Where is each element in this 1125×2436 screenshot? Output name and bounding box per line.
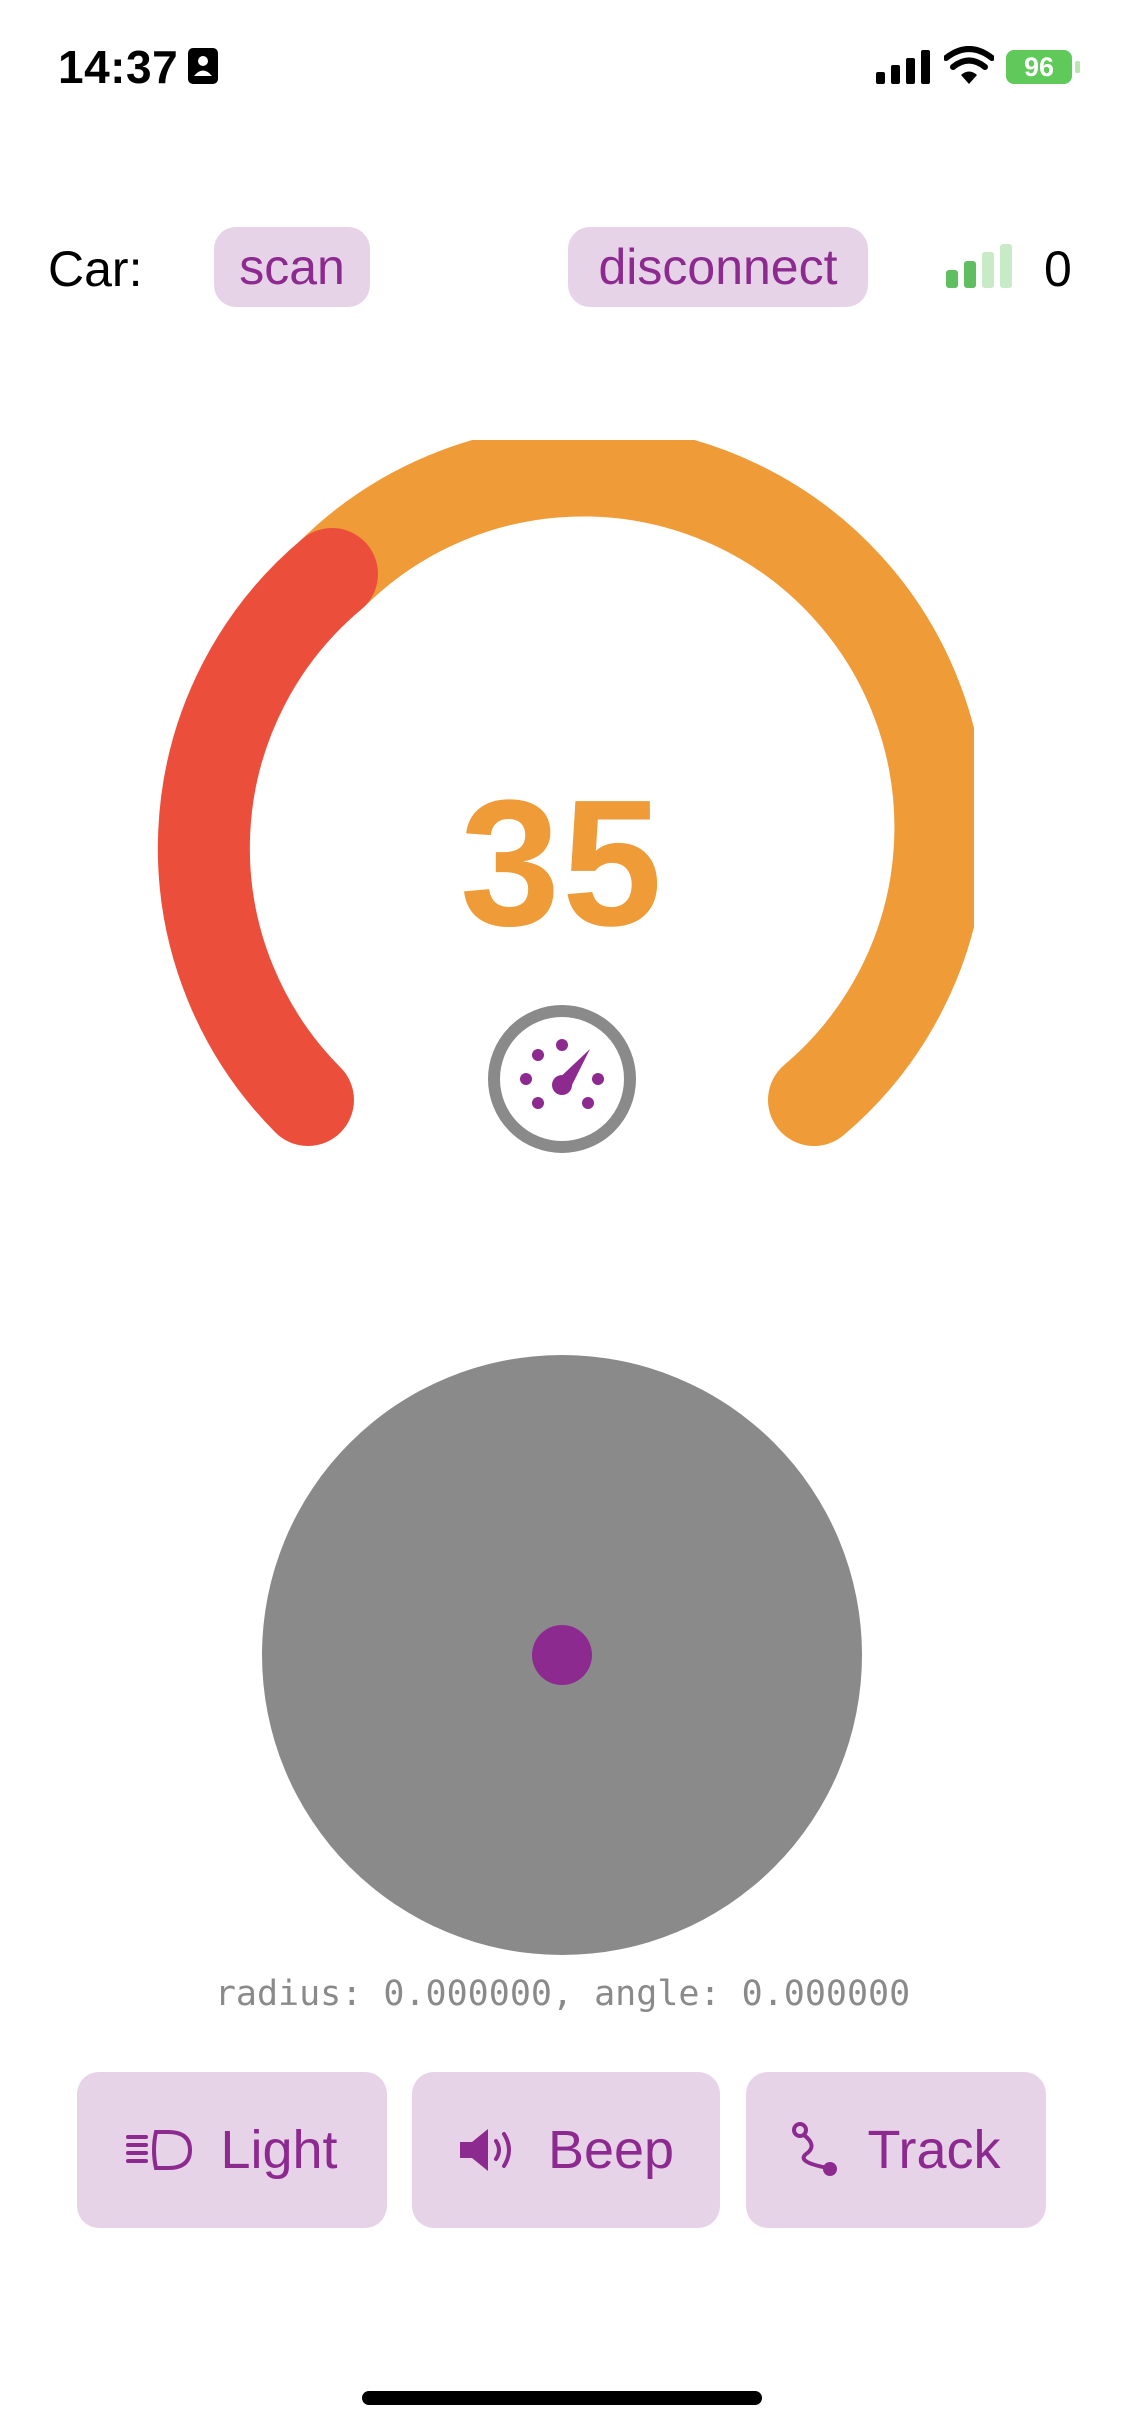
wifi-icon [944, 46, 994, 84]
joystick-pad[interactable] [262, 1355, 862, 1955]
home-indicator[interactable] [362, 2391, 762, 2405]
status-time: 14:37 [58, 41, 179, 93]
gauge-low-arc [157, 528, 378, 1146]
track-button-label: Track [867, 2120, 1001, 2180]
joystick-knob [532, 1625, 592, 1685]
track-button[interactable]: Track [746, 2072, 1046, 2228]
light-button-label: Light [220, 2120, 338, 2180]
light-button[interactable]: Light [77, 2072, 387, 2228]
headlight-icon [126, 2130, 193, 2170]
speaker-icon [459, 2129, 511, 2171]
speedometer-icon [488, 1005, 636, 1153]
rssi-value: 0 [1044, 241, 1072, 297]
cellular-signal-icon [876, 50, 930, 84]
speed-value: 35 [459, 763, 665, 964]
disconnect-button[interactable]: disconnect [568, 227, 868, 307]
joystick-readout: radius: 0.000000, angle: 0.000000 [214, 1974, 911, 2014]
beep-button-label: Beep [547, 2120, 675, 2180]
battery-percent: 96 [1023, 51, 1055, 82]
contact-card-icon [188, 48, 218, 84]
signal-strength-icon [946, 244, 1012, 288]
scan-button[interactable]: scan [214, 227, 370, 307]
beep-button[interactable]: Beep [412, 2072, 720, 2228]
car-label: Car: [48, 241, 143, 297]
route-icon [791, 2122, 837, 2176]
app-screen: 14:37 96 Car: scan disconnect 0 35 radiu… [0, 0, 1125, 2436]
